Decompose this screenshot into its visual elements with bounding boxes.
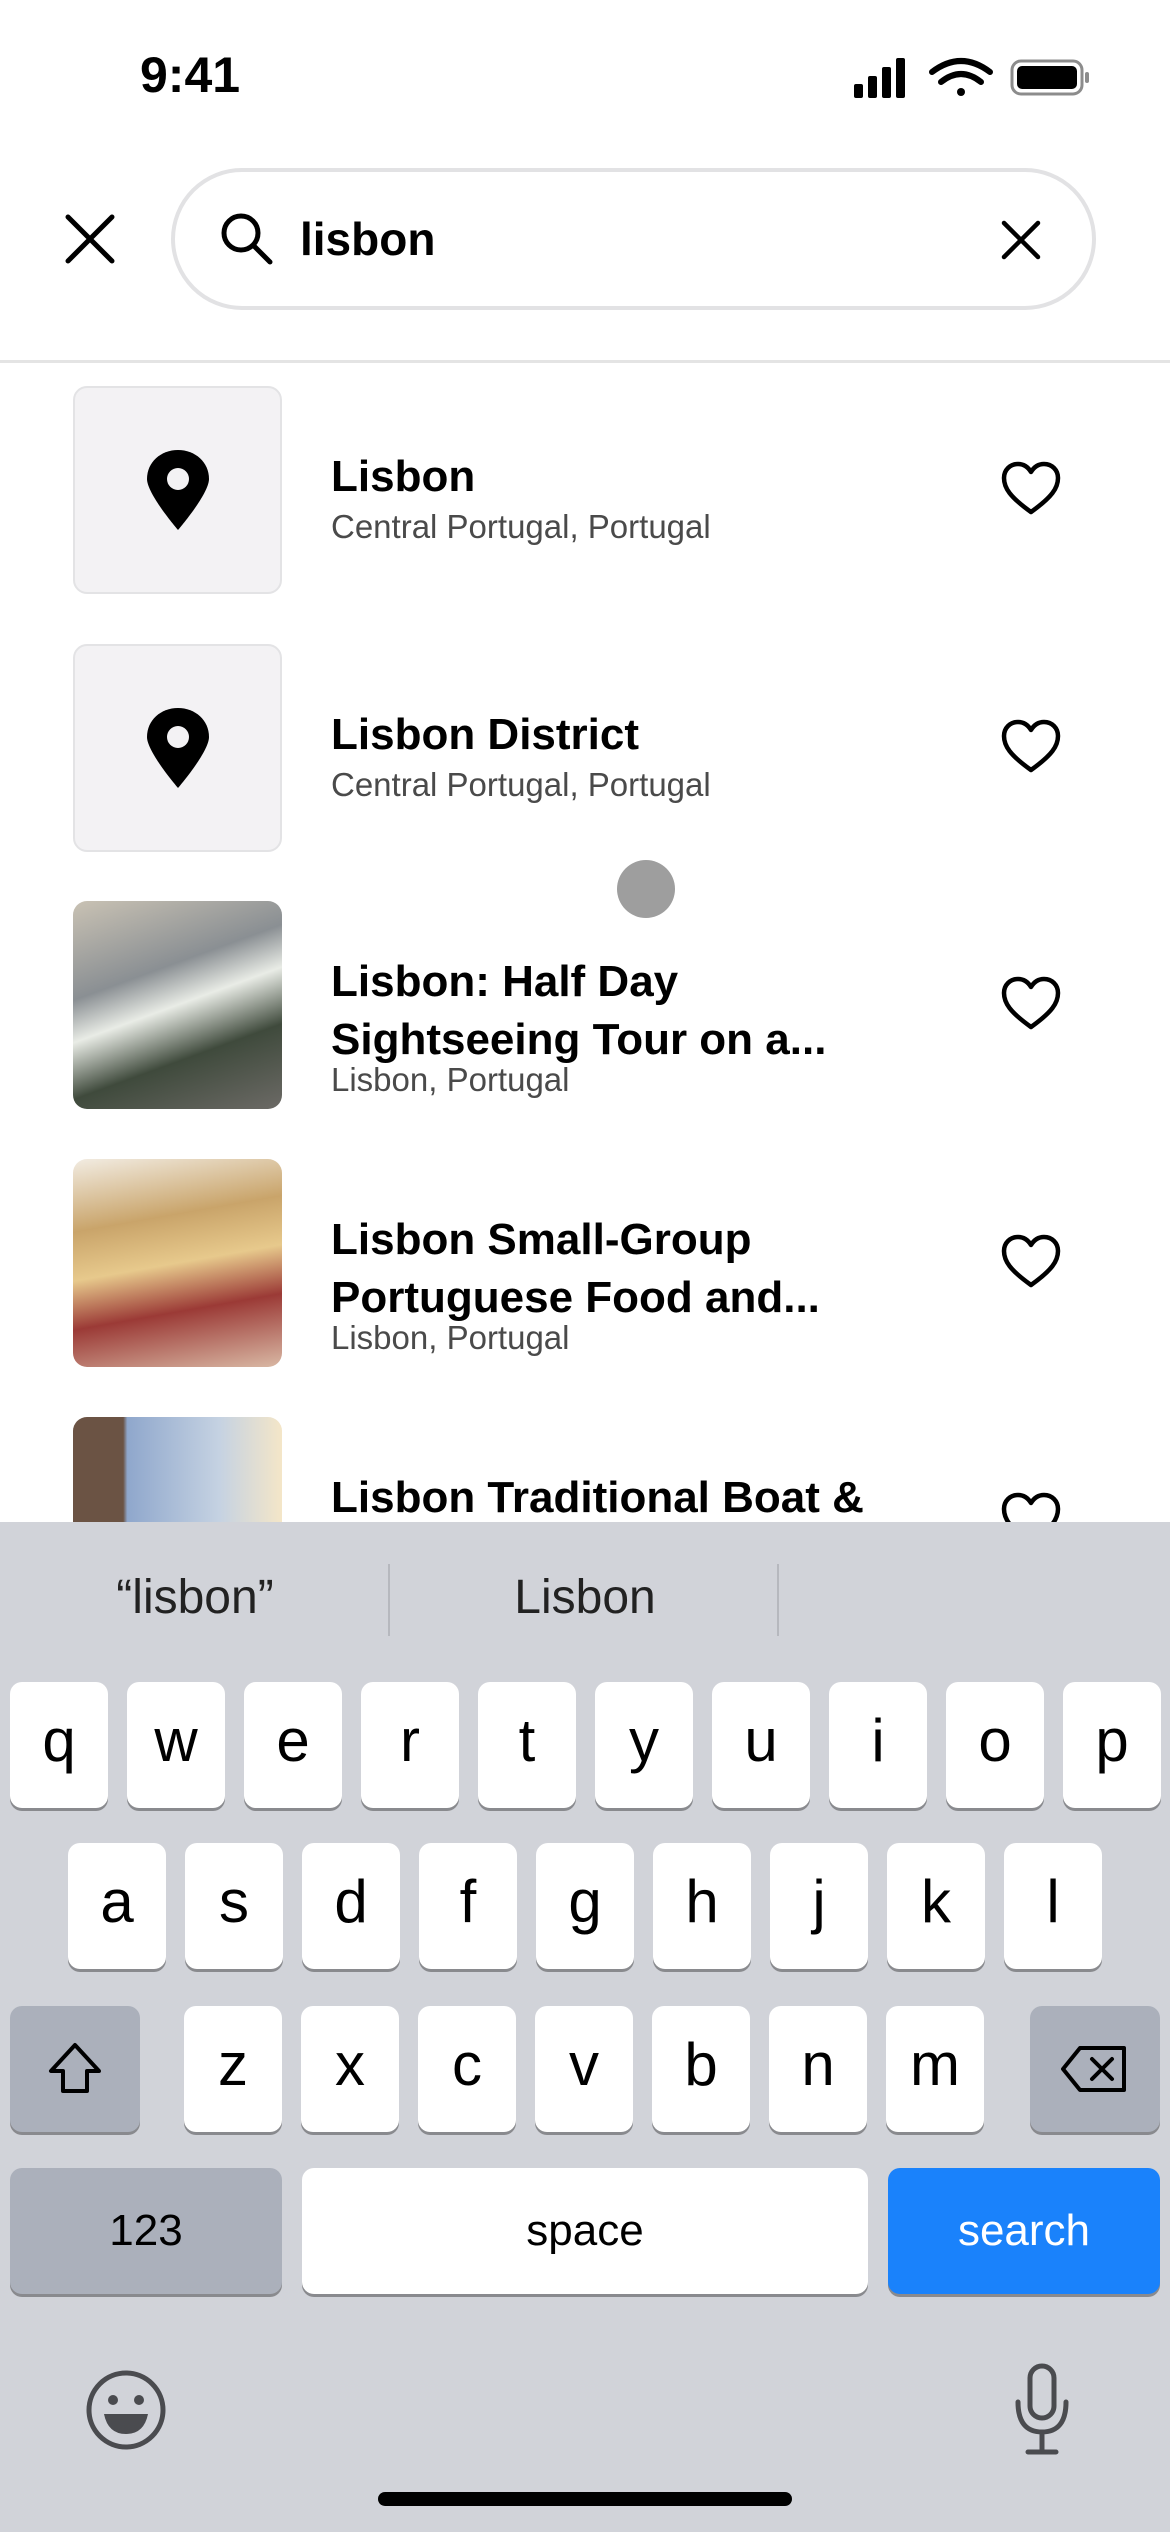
key-n[interactable]: n [769, 2006, 867, 2132]
status-icons [854, 58, 1089, 98]
result-item[interactable]: Lisbon District Central Portugal, Portuga… [0, 644, 1170, 852]
delete-icon [1061, 2046, 1126, 2092]
microphone-icon[interactable] [1010, 2362, 1074, 2458]
key-e[interactable]: e [244, 1682, 342, 1808]
location-thumbnail [73, 644, 282, 852]
wifi-icon [929, 58, 993, 96]
result-title: Lisbon Small-Group Portuguese Food and..… [331, 1215, 820, 1322]
key-b[interactable]: b [652, 2006, 750, 2132]
delete-key[interactable] [1030, 2006, 1160, 2132]
key-s[interactable]: s [185, 1843, 283, 1969]
key-k[interactable]: k [887, 1843, 985, 1969]
touch-indicator [617, 860, 675, 918]
heart-icon[interactable] [1000, 975, 1062, 1033]
key-r[interactable]: r [361, 1682, 459, 1808]
numbers-key[interactable]: 123 [10, 2168, 282, 2294]
key-c[interactable]: c [418, 2006, 516, 2132]
key-h[interactable]: h [653, 1843, 751, 1969]
key-w[interactable]: w [127, 1682, 225, 1808]
heart-icon[interactable] [1000, 718, 1062, 776]
suggestion-divider [388, 1564, 390, 1636]
status-time: 9:41 [140, 47, 241, 103]
result-subtitle: Central Portugal, Portugal [331, 508, 711, 545]
signal-icon [854, 58, 905, 98]
key-d[interactable]: d [302, 1843, 400, 1969]
key-o[interactable]: o [946, 1682, 1044, 1808]
result-subtitle: Central Portugal, Portugal [331, 766, 711, 803]
result-photo [73, 901, 282, 1109]
suggestion-quoted[interactable]: “lisbon” [40, 1570, 350, 1625]
key-g[interactable]: g [536, 1843, 634, 1969]
home-indicator [378, 2492, 792, 2506]
key-i[interactable]: i [829, 1682, 927, 1808]
heart-icon[interactable] [1000, 460, 1062, 518]
key-v[interactable]: v [535, 2006, 633, 2132]
emoji-icon[interactable] [84, 2368, 168, 2452]
suggestion-divider [777, 1564, 779, 1636]
battery-icon [1010, 59, 1089, 96]
keyboard: “lisbon” Lisbon qwertyuiop asdfghjkl zxcvb… [0, 1522, 1170, 2532]
result-subtitle: Lisbon, Portugal [331, 1319, 570, 1356]
map-pin-icon [147, 450, 209, 530]
key-z[interactable]: z [184, 2006, 282, 2132]
map-pin-icon [147, 708, 209, 788]
key-t[interactable]: t [478, 1682, 576, 1808]
search-icon [221, 213, 273, 265]
result-item[interactable]: Lisbon: Half Day Sightseeing Tour on a..… [0, 901, 1170, 1109]
shift-key[interactable] [10, 2006, 140, 2132]
result-item[interactable]: Lisbon Central Portugal, Portugal [0, 386, 1170, 594]
result-subtitle: Lisbon, Portugal [331, 1061, 570, 1098]
key-p[interactable]: p [1063, 1682, 1161, 1808]
header-divider [0, 360, 1170, 363]
key-j[interactable]: j [770, 1843, 868, 1969]
key-l[interactable]: l [1004, 1843, 1102, 1969]
shift-icon [49, 2043, 101, 2093]
location-thumbnail [73, 386, 282, 594]
result-photo [73, 1159, 282, 1367]
result-title: Lisbon [331, 452, 476, 501]
key-x[interactable]: x [301, 2006, 399, 2132]
result-title: Lisbon: Half Day Sightseeing Tour on a..… [331, 957, 827, 1064]
key-y[interactable]: y [595, 1682, 693, 1808]
key-m[interactable]: m [886, 2006, 984, 2132]
space-key[interactable]: space [302, 2168, 868, 2294]
search-key[interactable]: search [888, 2168, 1160, 2294]
result-item[interactable]: Lisbon Small-Group Portuguese Food and..… [0, 1159, 1170, 1367]
key-f[interactable]: f [419, 1843, 517, 1969]
search-input[interactable]: lisbon [300, 212, 435, 266]
key-q[interactable]: q [10, 1682, 108, 1808]
result-title: Lisbon District [331, 710, 640, 759]
key-a[interactable]: a [68, 1843, 166, 1969]
close-icon[interactable] [64, 213, 116, 265]
clear-icon[interactable] [1001, 220, 1041, 260]
suggestion-lisbon[interactable]: Lisbon [430, 1570, 740, 1625]
heart-icon[interactable] [1000, 1233, 1062, 1291]
key-u[interactable]: u [712, 1682, 810, 1808]
